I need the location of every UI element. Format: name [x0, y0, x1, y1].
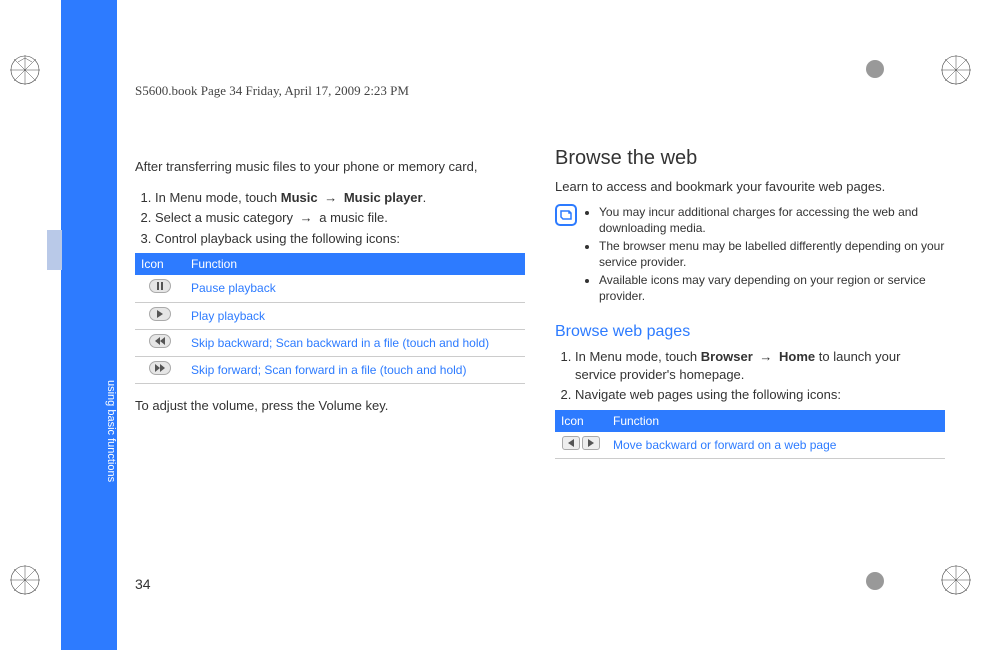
- note-list: You may incur additional charges for acc…: [585, 204, 945, 307]
- th-function: Function: [185, 253, 525, 275]
- playback-icon-table: Icon Function Pause playback Play playba…: [135, 253, 525, 384]
- page-header: S5600.book Page 34 Friday, April 17, 200…: [135, 83, 409, 99]
- th-icon: Icon: [555, 410, 607, 432]
- subheading: Browse web pages: [555, 321, 945, 343]
- th-function: Function: [607, 410, 945, 432]
- step-1: In Menu mode, touch Browser → Home to la…: [575, 348, 945, 383]
- table-row: Move backward or forward on a web page: [555, 432, 945, 459]
- func-text: Move backward or forward on a web page: [607, 432, 945, 459]
- play-icon: [149, 307, 171, 321]
- crop-mark-icon: [941, 565, 971, 595]
- nav-forward-icon: [582, 436, 600, 450]
- func-text: Skip backward; Scan backward in a file (…: [185, 329, 525, 356]
- section-label: using basic functions: [105, 380, 117, 482]
- step-2: Navigate web pages using the following i…: [575, 386, 945, 404]
- volume-note: To adjust the volume, press the Volume k…: [135, 397, 525, 415]
- step-3: Control playback using the following ico…: [155, 230, 525, 248]
- arrow-right-icon: →: [297, 210, 316, 225]
- note-icon: [555, 204, 577, 226]
- crop-mark-icon: [941, 55, 971, 85]
- func-text: Skip forward; Scan forward in a file (to…: [185, 356, 525, 383]
- note-item: Available icons may vary depending on yo…: [599, 272, 945, 304]
- table-row: Skip forward; Scan forward in a file (to…: [135, 356, 525, 383]
- arrow-right-icon: →: [756, 349, 775, 364]
- crop-mark-icon: [10, 55, 40, 85]
- func-text: Play playback: [185, 302, 525, 329]
- table-row: Pause playback: [135, 275, 525, 302]
- note-item: The browser menu may be labelled differe…: [599, 238, 945, 270]
- intro-text: Learn to access and bookmark your favour…: [555, 178, 945, 196]
- skip-forward-icon: [149, 361, 171, 375]
- table-row: Skip backward; Scan backward in a file (…: [135, 329, 525, 356]
- music-steps: In Menu mode, touch Music → Music player…: [135, 189, 525, 248]
- browser-steps: In Menu mode, touch Browser → Home to la…: [555, 348, 945, 404]
- func-text: Pause playback: [185, 275, 525, 302]
- step-2: Select a music category → a music file.: [155, 209, 525, 227]
- note-box: You may incur additional charges for acc…: [555, 204, 945, 307]
- intro-text: After transferring music files to your p…: [135, 158, 525, 176]
- side-tab: [47, 230, 62, 270]
- dot-mark-icon: [866, 60, 884, 78]
- note-item: You may incur additional charges for acc…: [599, 204, 945, 236]
- skip-backward-icon: [149, 334, 171, 348]
- section-heading: Browse the web: [555, 145, 945, 172]
- side-strip: [61, 0, 117, 650]
- browser-icon-table: Icon Function Move backward or forward o…: [555, 410, 945, 459]
- step-1: In Menu mode, touch Music → Music player…: [155, 189, 525, 207]
- page-number: 34: [135, 576, 151, 592]
- right-column: Browse the web Learn to access and bookm…: [555, 145, 945, 469]
- dot-mark-icon: [866, 572, 884, 590]
- arrow-right-icon: →: [321, 190, 340, 205]
- pause-icon: [149, 279, 171, 293]
- table-row: Play playback: [135, 302, 525, 329]
- left-column: After transferring music files to your p…: [135, 145, 525, 469]
- th-icon: Icon: [135, 253, 185, 275]
- nav-back-icon: [562, 436, 580, 450]
- crop-mark-icon: [10, 565, 40, 595]
- page-content: After transferring music files to your p…: [135, 145, 945, 469]
